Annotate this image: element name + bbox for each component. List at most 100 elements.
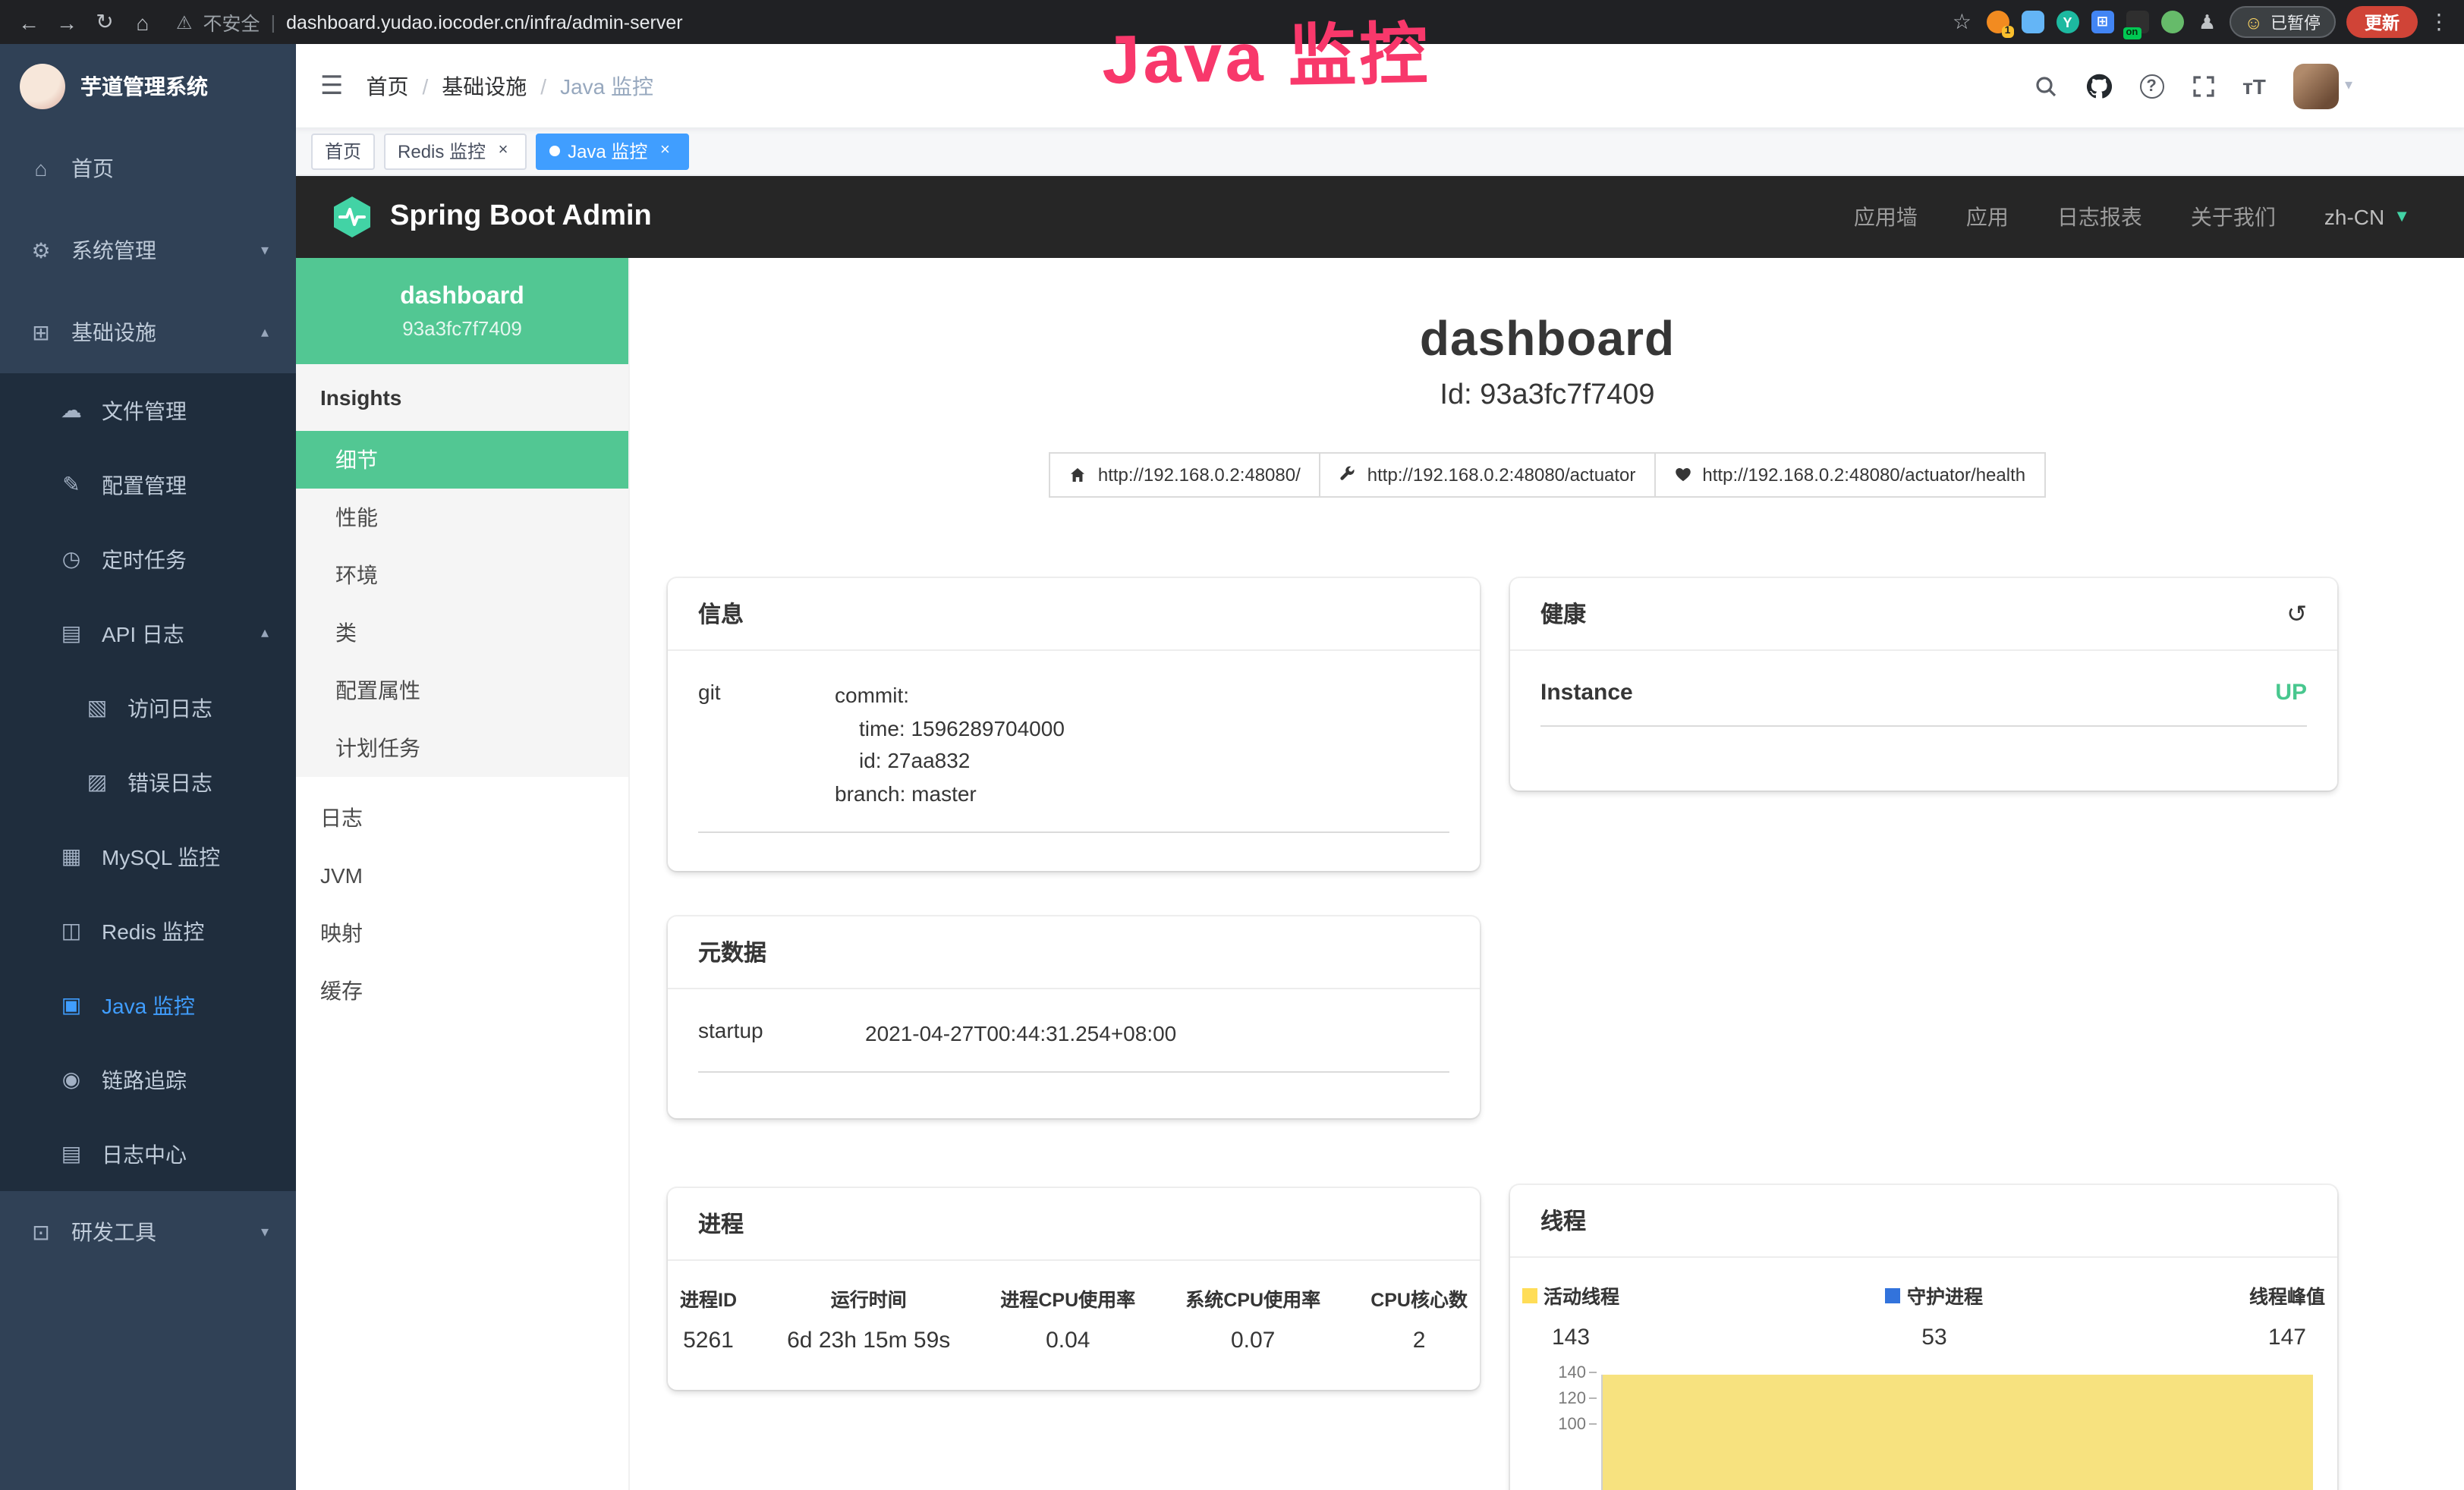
sidebar-item-error-log[interactable]: ▨ 错误日志 [0, 745, 296, 819]
sba-menu-caches[interactable]: 缓存 [296, 962, 628, 1020]
sba-other-menu: 日志 JVM 映射 缓存 [296, 777, 628, 1020]
sidebar-item-devtools[interactable]: ⊡ 研发工具 ▾ [0, 1191, 296, 1273]
tab-redis-monitor[interactable]: Redis 监控 × [384, 133, 527, 169]
sba-nav-applications[interactable]: 应用 [1966, 202, 2009, 232]
breadcrumb-section[interactable]: 基础设施 [442, 71, 527, 101]
sba-menu-logs[interactable]: 日志 [296, 789, 628, 847]
history-icon[interactable]: ↺ [2286, 599, 2307, 629]
tab-label: 首页 [325, 138, 361, 164]
breadcrumb-current: Java 监控 [560, 71, 653, 101]
sba-menu-scheduled-tasks[interactable]: 计划任务 [296, 719, 628, 777]
git-time-line: time: 1596289704000 [835, 712, 1065, 745]
link-label: http://192.168.0.2:48080/ [1098, 464, 1301, 486]
health-url-link[interactable]: http://192.168.0.2:48080/actuator/health [1654, 452, 2045, 498]
extension-icon-3[interactable]: Y [2056, 11, 2079, 33]
sidebar-item-access-log[interactable]: ▧ 访问日志 [0, 671, 296, 745]
sba-menu-config-props[interactable]: 配置属性 [296, 662, 628, 719]
divider: | [271, 11, 276, 33]
sba-menu-environment[interactable]: 环境 [296, 546, 628, 604]
infrastructure-icon: ⊞ [27, 319, 55, 345]
tab-label: Java 监控 [568, 138, 647, 164]
search-icon[interactable] [2033, 74, 2057, 98]
sidebar-item-label: 访问日志 [127, 693, 212, 723]
extensions-area: 1 Y ⊞ on ♟ [1986, 11, 2218, 33]
cards-left-column: 信息 git commit: time: 1596289704000 id: 2… [668, 578, 1480, 1490]
close-icon[interactable]: × [655, 141, 675, 161]
sidebar-item-label: 错误日志 [127, 767, 212, 797]
profile-paused-badge[interactable]: ☺ 已暂停 [2229, 6, 2336, 38]
address-bar[interactable]: ⚠ 不安全 | dashboard.yudao.iocoder.cn/infra… [167, 8, 1937, 36]
sidebar-item-mysql-monitor[interactable]: ▦ MySQL 监控 [0, 819, 296, 894]
sba-insights-menu: Insights 细节 性能 环境 类 配置属性 计划任务 [296, 364, 628, 777]
extension-icon-2[interactable] [2021, 11, 2044, 33]
tab-java-monitor[interactable]: Java 监控 × [536, 133, 688, 169]
sidebar-item-java-monitor[interactable]: ▣ Java 监控 [0, 968, 296, 1042]
close-icon[interactable]: × [493, 141, 513, 161]
sba-brand-label: Spring Boot Admin [390, 200, 652, 234]
breadcrumb-separator: / [540, 74, 546, 98]
back-icon[interactable]: ← [15, 10, 42, 34]
process-cpu: 进程CPU使用率 0.04 [1000, 1284, 1135, 1353]
reload-icon[interactable]: ↻ [91, 9, 118, 35]
sba-menu-classes[interactable]: 类 [296, 604, 628, 662]
sba-menu-details[interactable]: 细节 [296, 431, 628, 489]
help-icon[interactable]: ? [2139, 74, 2163, 98]
on-badge: on [2123, 27, 2141, 39]
sba-brand[interactable]: Spring Boot Admin [329, 194, 652, 240]
sba-logo-icon [329, 194, 375, 240]
heart-pulse-icon [1673, 466, 1691, 484]
health-instance-row[interactable]: Instance UP [1540, 660, 2307, 727]
sidebar-item-redis-monitor[interactable]: ◫ Redis 监控 [0, 894, 296, 968]
wrench-icon [1339, 466, 1357, 484]
home-icon[interactable]: ⌂ [129, 10, 156, 34]
extension-icon-6[interactable] [2160, 11, 2183, 33]
sba-instance-header[interactable]: dashboard 93a3fc7f7409 [296, 258, 628, 364]
forward-icon[interactable]: → [53, 10, 80, 34]
extension-icon-7[interactable]: ♟ [2195, 11, 2218, 33]
tags-bar: 首页 Redis 监控 × Java 监控 × [296, 127, 2464, 176]
sba-menu-jvm[interactable]: JVM [296, 847, 628, 904]
row-key: git [698, 680, 835, 812]
extension-icon-5[interactable]: on [2126, 11, 2148, 33]
fullscreen-icon[interactable] [2191, 74, 2215, 98]
active-dot [549, 146, 560, 156]
sidebar-item-system[interactable]: ⚙ 系统管理 ▾ [0, 209, 296, 291]
sba-nav-journal[interactable]: 日志报表 [2057, 202, 2142, 232]
browser-menu-icon[interactable]: ⋮ [2428, 9, 2450, 35]
breadcrumb-home[interactable]: 首页 [367, 71, 409, 101]
card-title: 进程 [698, 1208, 744, 1240]
threads-legend: 活动线程 143 守护进程 53 线程峰值 14 [1510, 1258, 2337, 1350]
locale-label: zh-CN [2324, 205, 2384, 229]
user-avatar[interactable]: ▾ [2293, 63, 2352, 108]
sidebar-item-scheduled-task[interactable]: ◷ 定时任务 [0, 522, 296, 596]
actuator-url-link[interactable]: http://192.168.0.2:48080/actuator [1319, 452, 1656, 498]
row-key: startup [698, 1018, 865, 1051]
sba-menu-performance[interactable]: 性能 [296, 489, 628, 546]
layers-icon: ◫ [58, 918, 85, 944]
service-url-link[interactable]: http://192.168.0.2:48080/ [1049, 452, 1320, 498]
git-branch-line: branch: master [835, 778, 1065, 811]
sba-menu-mappings[interactable]: 映射 [296, 904, 628, 962]
sidebar-item-trace[interactable]: ◉ 链路追踪 [0, 1042, 296, 1117]
github-icon[interactable] [2085, 72, 2112, 99]
hamburger-icon[interactable]: ☰ [320, 71, 344, 101]
app-logo[interactable]: 芋道管理系统 [0, 44, 296, 127]
sba-nav-wallboard[interactable]: 应用墙 [1854, 202, 1918, 232]
bookmark-star-icon[interactable]: ☆ [1948, 9, 1975, 35]
extension-icon-1[interactable]: 1 [1986, 11, 2009, 33]
chrome-update-button[interactable]: 更新 [2346, 6, 2418, 38]
extension-icon-4[interactable]: ⊞ [2091, 11, 2113, 33]
sba-nav-about[interactable]: 关于我们 [2191, 202, 2276, 232]
sidebar-item-home[interactable]: ⌂ 首页 [0, 127, 296, 209]
sidebar-item-api-log[interactable]: ▤ API 日志 ▴ [0, 596, 296, 671]
git-commit-line: commit: [835, 680, 1065, 712]
breadcrumb-separator: / [423, 74, 429, 98]
sidebar-item-log-center[interactable]: ▤ 日志中心 [0, 1117, 296, 1191]
font-size-icon[interactable]: тT [2242, 74, 2266, 98]
cpu-cores: CPU核心数 2 [1370, 1284, 1468, 1353]
sidebar-item-config-manage[interactable]: ✎ 配置管理 [0, 448, 296, 522]
sidebar-item-infrastructure[interactable]: ⊞ 基础设施 ▴ [0, 291, 296, 373]
sba-locale-select[interactable]: zh-CN ▼ [2324, 205, 2410, 229]
sidebar-item-file-manage[interactable]: ☁ 文件管理 [0, 373, 296, 448]
tab-home[interactable]: 首页 [311, 133, 375, 169]
